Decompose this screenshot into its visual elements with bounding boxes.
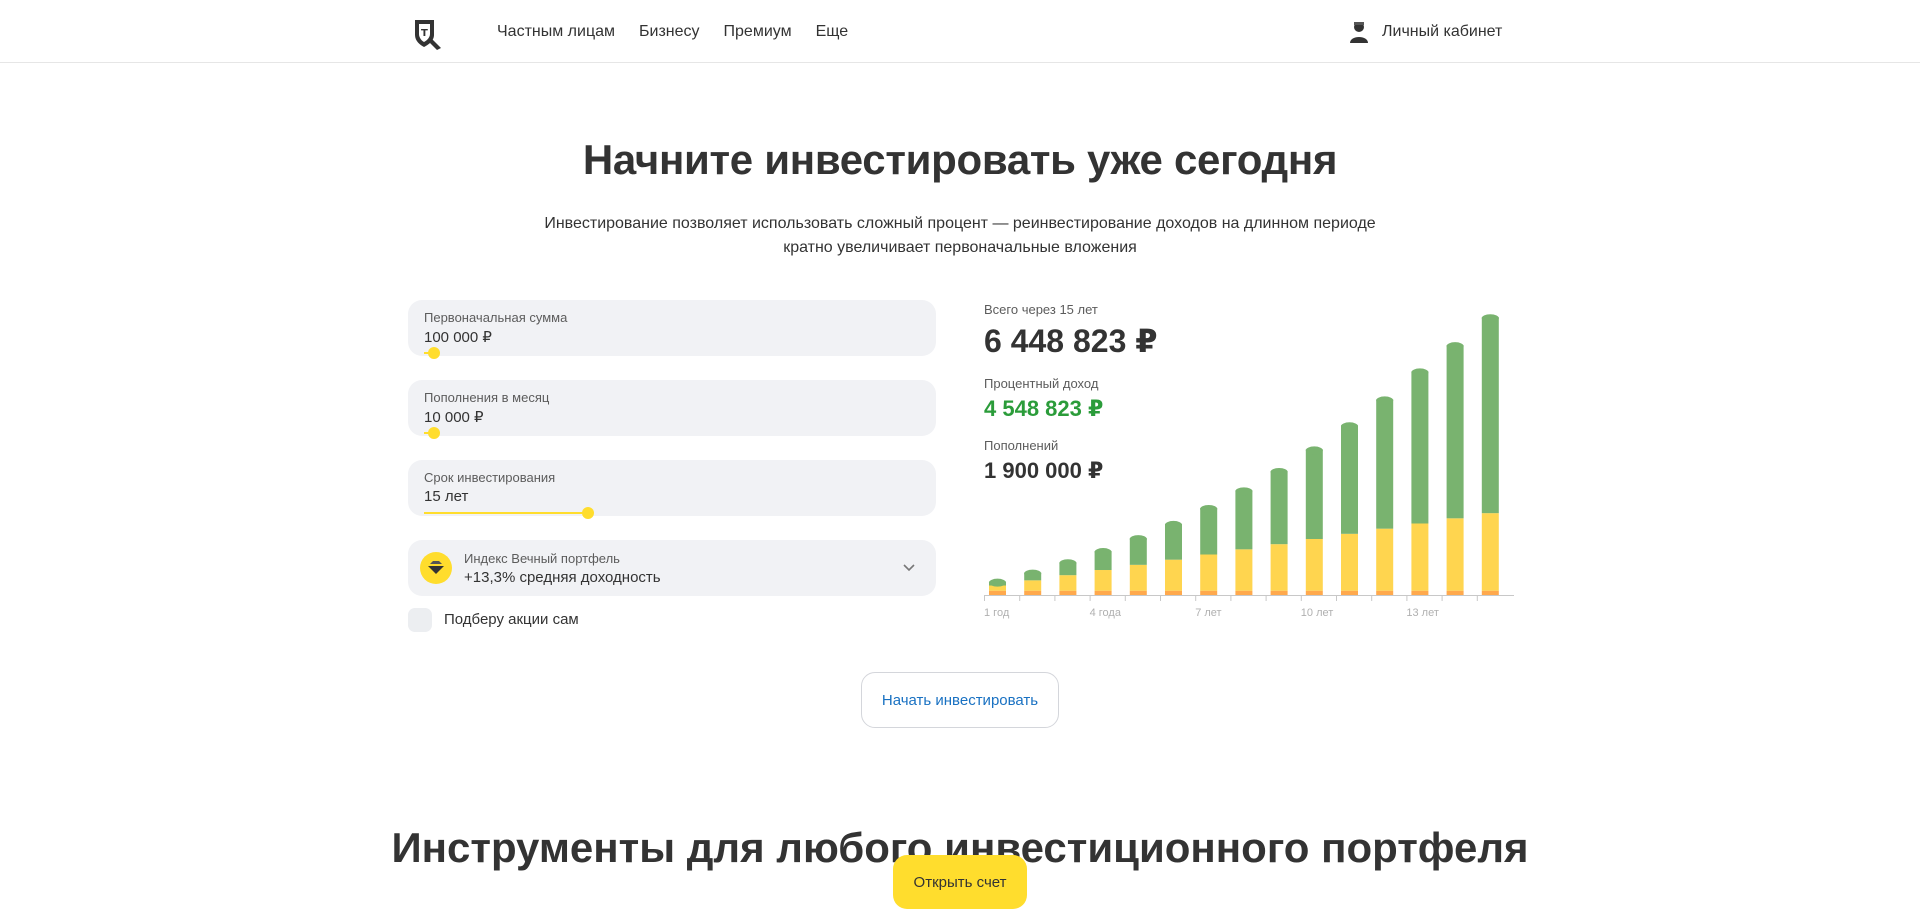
page-subtitle: Инвестирование позволяет использовать сл… [544, 215, 1376, 256]
open-account-button[interactable]: Открыть счет [893, 855, 1027, 909]
bar-segment-initial [1411, 590, 1429, 595]
bar-segment-initial [1024, 590, 1042, 595]
nav-item-business[interactable]: Бизнесу [639, 21, 700, 43]
bar-segment-income [1235, 490, 1253, 550]
initial-amount-label: Первоначальная сумма [424, 310, 568, 325]
bar-segment-deposits [1376, 528, 1394, 591]
bar-top-cap [1305, 446, 1323, 455]
slider-handle[interactable] [427, 427, 440, 439]
bank-logo-icon[interactable]: T [412, 17, 444, 51]
bar-segment-deposits [1165, 559, 1182, 591]
bar-segment-initial [1446, 590, 1464, 595]
bar-top-cap [1024, 569, 1042, 578]
bar-segment-initial [1059, 590, 1077, 595]
bar-segment-deposits [1235, 549, 1253, 591]
bar-segment-deposits [1094, 570, 1112, 591]
nav-item-more[interactable]: Еще [816, 21, 849, 43]
user-icon [1350, 22, 1368, 43]
bar-segment-initial [1376, 590, 1394, 595]
bar-segment-income [1446, 345, 1464, 519]
bar-segment-income [1481, 317, 1499, 514]
monthly-deposit-slider[interactable] [424, 427, 920, 439]
bar-top-cap [1411, 368, 1429, 377]
bar-top-cap [1481, 314, 1499, 323]
nav-item-personal[interactable]: Частным лицам [497, 21, 615, 43]
bar-segment-initial [1094, 590, 1112, 595]
monthly-deposit-value[interactable]: 10 000 ₽ [424, 408, 484, 426]
bar-segment-deposits [1200, 554, 1218, 591]
portfolio-select[interactable]: Индекс Вечный портфель +13,3% средняя до… [408, 540, 936, 596]
svg-text:T: T [421, 28, 428, 39]
bar-segment-income [1411, 371, 1429, 524]
x-tick-label: 10 лет [1301, 607, 1334, 619]
x-tick-label: 13 лет [1406, 607, 1439, 619]
bar-segment-initial [1481, 590, 1499, 595]
bar-segment-initial [1235, 590, 1253, 595]
x-tick-label: 4 года [1090, 607, 1122, 619]
bar-top-cap [1165, 520, 1182, 529]
bar-top-cap [1341, 422, 1358, 431]
portfolio-icon [420, 552, 452, 584]
slider-handle[interactable] [581, 507, 594, 519]
nav-item-premium[interactable]: Премиум [724, 21, 792, 43]
monthly-deposit-label: Пополнения в месяц [424, 390, 550, 405]
bar-segment-initial [1165, 590, 1182, 595]
bar-segment-deposits [1270, 544, 1288, 591]
cabinet-label: Личный кабинет [1382, 23, 1503, 40]
x-tick-label: 1 год [984, 607, 1010, 619]
bar-top-cap [1200, 504, 1218, 513]
personal-cabinet-link[interactable]: Личный кабинет [1348, 20, 1502, 44]
bar-segment-income [1376, 399, 1394, 529]
bar-segment-deposits [1341, 533, 1358, 591]
self-pick-label: Подберу акции сам [444, 611, 579, 628]
portfolio-yield: +13,3% средняя доходность [464, 569, 661, 586]
bar-top-cap [1376, 396, 1394, 405]
portfolio-name: Индекс Вечный портфель [464, 551, 620, 566]
initial-amount-field[interactable]: Первоначальная сумма 100 000 ₽ [408, 300, 936, 359]
slider-fill [424, 512, 588, 514]
bar-top-cap [1446, 342, 1464, 351]
site-header: T Частным лицам Бизнесу Премиум Еще Личн… [0, 0, 1920, 63]
term-value[interactable]: 15 лет [424, 488, 468, 505]
monthly-deposit-field[interactable]: Пополнения в месяц 10 000 ₽ [408, 380, 936, 439]
term-slider[interactable] [424, 507, 920, 519]
x-tick-label: 7 лет [1195, 607, 1221, 619]
page-title: Начните инвестировать уже сегодня [582, 136, 1338, 183]
bar-top-cap [1129, 535, 1147, 544]
initial-amount-slider[interactable] [424, 347, 920, 359]
bar-top-cap [1270, 467, 1288, 476]
bar-segment-deposits [1481, 513, 1499, 591]
bar-segment-income [1200, 507, 1218, 555]
bar-segment-initial [1341, 590, 1358, 595]
bar-top-cap [1094, 548, 1112, 557]
bar-segment-deposits [1411, 523, 1429, 591]
bar-segment-initial [1200, 590, 1218, 595]
bar-top-cap [1059, 559, 1077, 568]
bar-segment-deposits [1305, 539, 1323, 591]
term-field[interactable]: Срок инвестирования 15 лет [408, 460, 936, 519]
chevron-down-icon[interactable] [902, 560, 916, 574]
bar-segment-deposits [1446, 518, 1464, 591]
bar-segment-deposits [1059, 575, 1077, 591]
bar-segment-initial [1270, 590, 1288, 595]
bar-segment-initial [989, 590, 1006, 595]
main-nav: Частным лицам Бизнесу Премиум Еще [497, 21, 872, 43]
slider-handle[interactable] [427, 347, 440, 359]
bar-segment-initial [1129, 590, 1147, 595]
bar-segment-initial [1305, 590, 1323, 595]
bar-segment-deposits [1129, 564, 1147, 591]
bar-top-cap [989, 578, 1006, 587]
start-investing-button[interactable]: Начать инвестировать [861, 672, 1059, 728]
term-label: Срок инвестирования [424, 470, 556, 485]
bar-top-cap [1235, 487, 1253, 496]
bar-segment-income [1305, 449, 1323, 539]
self-pick-checkbox[interactable] [408, 608, 432, 632]
bar-segment-deposits [1024, 580, 1042, 591]
bar-segment-income [1165, 523, 1182, 560]
bar-segment-income [1341, 425, 1358, 534]
growth-chart: 1 год 4 года 7 лет 10 лет 13 лет [984, 314, 1514, 619]
initial-amount-value[interactable]: 100 000 ₽ [424, 328, 492, 346]
bar-segment-income [1270, 470, 1288, 545]
